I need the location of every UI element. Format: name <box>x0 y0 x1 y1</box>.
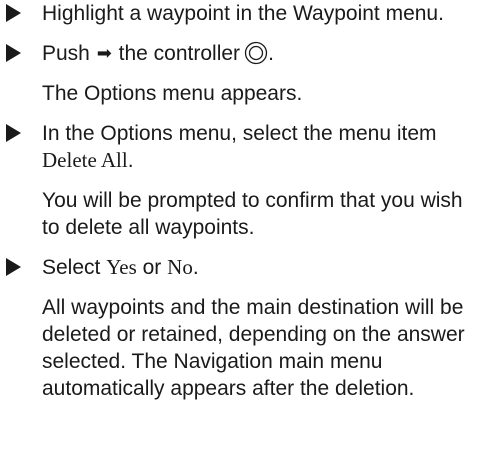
instruction-page: Highlight a waypoint in the Waypoint men… <box>0 0 477 469</box>
menu-item-delete-all: Delete All <box>42 148 128 172</box>
step-punct: . <box>192 256 199 279</box>
step-text-mid: or <box>142 256 162 279</box>
bullet-triangle-icon <box>6 4 21 22</box>
result-deletion: All waypoints and the main destination w… <box>42 296 465 400</box>
step-text: Highlight a waypoint in the Waypoint men… <box>42 2 444 25</box>
step-text-before: In the Options menu, select the menu ite… <box>42 122 437 145</box>
step-punct: . <box>268 42 274 65</box>
step-highlight-waypoint: Highlight a waypoint in the Waypoint men… <box>0 0 477 27</box>
step-text-after: the controller <box>118 42 241 65</box>
right-arrow-icon: ➡ <box>96 43 112 64</box>
step-text-before: Push <box>42 42 90 65</box>
bullet-triangle-icon <box>6 124 21 142</box>
step-select-delete-all: In the Options menu, select the menu ite… <box>0 120 477 174</box>
bullet-triangle-icon <box>6 44 21 62</box>
step-punct: . <box>127 149 134 172</box>
option-no: No <box>167 255 193 279</box>
step-select-yes-no: Select Yes or No. <box>0 254 477 281</box>
bullet-triangle-icon <box>6 258 21 276</box>
step-text-before: Select <box>42 256 101 279</box>
controller-knob-icon <box>244 41 268 65</box>
result-options-menu: The Options menu appears. <box>42 82 303 105</box>
result-confirm-prompt: You will be prompted to confirm that you… <box>42 189 463 239</box>
option-yes: Yes <box>106 255 137 279</box>
step-push-controller: Push ➡ the controller . <box>0 40 477 67</box>
